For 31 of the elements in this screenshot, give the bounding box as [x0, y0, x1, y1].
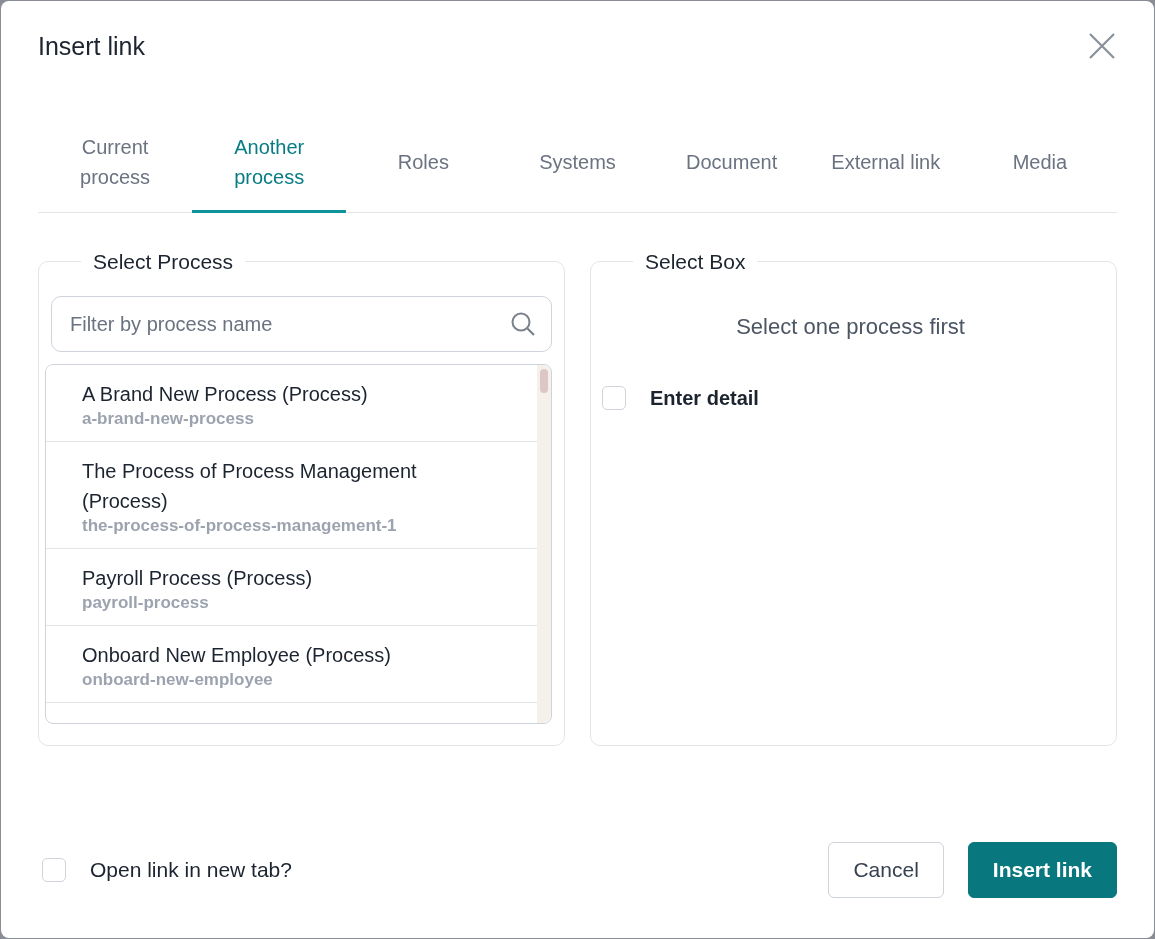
cancel-button[interactable]: Cancel: [828, 842, 944, 898]
checkbox-label[interactable]: Enter detail: [650, 383, 759, 413]
tab[interactable]: Roles: [346, 113, 501, 213]
panel-legend: Select Process: [81, 251, 246, 272]
scrollbar[interactable]: [537, 365, 551, 723]
process-name: Payroll Process (Process): [82, 566, 314, 591]
checkbox[interactable]: [602, 386, 626, 410]
tab[interactable]: Document: [654, 113, 809, 213]
process-slug: a-brand-new-process: [82, 409, 255, 429]
process-name: A Brand New Process (Process): [82, 382, 369, 407]
close-button[interactable]: [1087, 31, 1117, 61]
close-icon: [1089, 33, 1115, 59]
tab[interactable]: External link: [808, 113, 963, 213]
process-slug: onboard-new-employee: [82, 670, 274, 690]
checkbox[interactable]: [42, 858, 66, 882]
process-slug: the-process-of-process-management-1: [82, 516, 398, 536]
empty-message: Select one process first: [735, 313, 966, 341]
search-icon: [510, 311, 536, 337]
tab[interactable]: Another process: [192, 113, 347, 213]
search-field[interactable]: Filter by process name: [51, 296, 552, 352]
dialog-title: Insert link: [38, 31, 145, 61]
checkbox-label[interactable]: Open link in new tab?: [90, 854, 292, 886]
insert-button[interactable]: Insert link: [967, 842, 1117, 898]
tab[interactable]: Current process: [38, 113, 193, 213]
process-item[interactable]: A Brand New Process (Process) a-brand-new-process: [46, 365, 537, 442]
process-name: The Process of Process Management (Process): [82, 459, 418, 514]
process-name: Onboard New Employee (Process): [82, 643, 392, 668]
tab[interactable]: Systems: [500, 113, 655, 213]
process-slug: payroll-process: [82, 593, 210, 613]
panel-legend: Select Box: [633, 251, 758, 272]
tab[interactable]: Media: [962, 113, 1117, 213]
